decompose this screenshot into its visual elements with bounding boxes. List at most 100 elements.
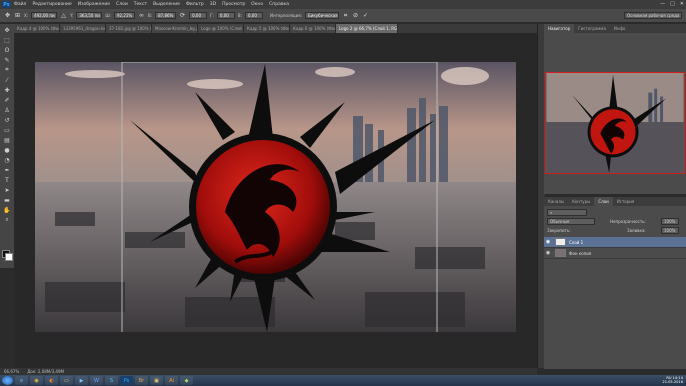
reference-point-icon[interactable]: ⊞	[14, 12, 21, 19]
triangle-icon[interactable]: △	[60, 12, 67, 19]
chrome-icon[interactable]: ◉	[30, 376, 43, 385]
document-tab[interactable]: 37-182.jpg @ 100% (Фон ко...	[106, 24, 152, 33]
navigator-thumbnail[interactable]	[545, 72, 685, 174]
explorer-icon[interactable]: ▭	[60, 376, 73, 385]
document-tab-active[interactable]: Logo 2 @ 66,7% (Слой 1, RGB/8)	[336, 24, 398, 33]
pen-icon[interactable]: ✒	[3, 166, 11, 174]
menu-item-3d[interactable]: 3D	[210, 2, 216, 7]
interpolation-select[interactable]: Бикубическая	[305, 12, 340, 19]
shape-icon[interactable]: ▬	[3, 196, 11, 204]
healing-icon[interactable]: ✚	[3, 86, 11, 94]
menu-item-layers[interactable]: Слои	[116, 2, 128, 7]
history-brush-icon[interactable]: ↺	[3, 116, 11, 124]
menu-item-view[interactable]: Просмотр	[222, 2, 245, 7]
skype-icon[interactable]: S	[105, 376, 118, 385]
tab-channels[interactable]: Каналы	[544, 197, 568, 206]
warp-icon[interactable]: ⌗	[342, 12, 349, 19]
document-tab[interactable]: Logo @ 100% (Слой 1, RGB/...	[198, 24, 244, 33]
menu-item-filter[interactable]: Фильтр	[186, 2, 204, 7]
app-icon[interactable]: ◆	[180, 376, 193, 385]
tab-paths[interactable]: Контуры	[568, 197, 594, 206]
h-skew-field[interactable]: 0,00	[216, 12, 235, 19]
layer-row[interactable]: ◉ Слой 1	[544, 237, 686, 248]
width-field[interactable]: 92,21%	[113, 12, 135, 19]
menu-bar: Ps Файл Редактирование Изображение Слои …	[0, 0, 686, 9]
menu-item-window[interactable]: Окно	[251, 2, 263, 7]
close-button[interactable]: ✕	[680, 1, 684, 7]
background-color-swatch[interactable]	[5, 253, 13, 261]
blend-mode-select[interactable]: Обычные	[547, 218, 595, 225]
link-icon[interactable]: ∞	[138, 12, 145, 19]
photoshop-icon[interactable]: Ps	[120, 376, 133, 385]
tab-history[interactable]: История	[613, 197, 639, 206]
folder-icon[interactable]: ▣	[150, 376, 163, 385]
bridge-icon[interactable]: Br	[135, 376, 148, 385]
maximize-button[interactable]: □	[670, 1, 675, 7]
x-field[interactable]: 492,00 пи	[31, 12, 58, 19]
tab-info[interactable]: Инфо	[610, 24, 629, 33]
path-select-icon[interactable]: ➤	[3, 186, 11, 194]
workspace-select[interactable]: Основная рабочая среда	[624, 12, 682, 19]
minimize-button[interactable]: —	[660, 1, 665, 7]
menu-item-edit[interactable]: Редактирование	[32, 2, 71, 7]
zoom-readout[interactable]: 66,67%	[4, 369, 19, 374]
tab-navigator[interactable]: Навигатор	[544, 24, 575, 33]
menu-item-help[interactable]: Справка	[269, 2, 289, 7]
illustrator-icon[interactable]: Ai	[165, 376, 178, 385]
zoom-icon[interactable]: ⌕	[3, 216, 11, 224]
commit-icon[interactable]: ✓	[362, 12, 369, 19]
menu-item-type[interactable]: Текст	[134, 2, 147, 7]
cancel-icon[interactable]: ⊘	[352, 12, 359, 19]
gradient-icon[interactable]: ▤	[3, 136, 11, 144]
menu-item-file[interactable]: Файл	[14, 2, 26, 7]
document-tab[interactable]: Moscow-Kremlin_bg.jpg @ ...	[152, 24, 198, 33]
layer-thumbnail	[555, 238, 566, 246]
dodge-icon[interactable]: ◔	[3, 156, 11, 164]
clock-date[interactable]: 21.05.2016	[662, 380, 683, 384]
stamp-icon[interactable]: ♙	[3, 106, 11, 114]
firefox-icon[interactable]: ◐	[45, 376, 58, 385]
move-icon[interactable]: ✥	[3, 26, 11, 34]
y-field[interactable]: 363,50 пи	[76, 12, 103, 19]
quick-select-icon[interactable]: ✎	[3, 56, 11, 64]
document-canvas[interactable]	[35, 62, 516, 332]
crop-icon[interactable]: ⌗	[3, 66, 11, 74]
eyedropper-icon[interactable]: ⁄	[3, 76, 11, 84]
fill-field[interactable]: 100%	[661, 227, 679, 234]
options-bar: ✥ ⊞ X: 492,00 пи △ Y: 363,50 пи Ш: 92,21…	[0, 9, 686, 23]
height-field[interactable]: 87,86%	[155, 12, 177, 19]
tab-layers[interactable]: Слои	[594, 197, 613, 206]
document-tab[interactable]: 13395961_dragon-logo @ 6...	[60, 24, 106, 33]
brush-icon[interactable]: ✐	[3, 96, 11, 104]
lasso-icon[interactable]: ʘ	[3, 46, 11, 54]
taskbar: e ◉ ◐ ▭ ▶ W S Ps Br ▣ Ai ◆ RU 14:14 21.0…	[0, 375, 686, 386]
ie-icon[interactable]: e	[15, 376, 28, 385]
document-tab[interactable]: Кадр 5 @ 100% (Фон ко...	[244, 24, 290, 33]
document-tab[interactable]: Кадр 4 @ 100% (Фон копия...	[14, 24, 60, 33]
blur-icon[interactable]: ●	[3, 146, 11, 154]
layer-filter-kind[interactable]: ⌕	[547, 209, 587, 216]
interpolation-label: Интерполяция:	[269, 13, 303, 18]
tab-histogram[interactable]: Гистограмма	[574, 24, 610, 33]
eye-icon[interactable]: ◉	[544, 250, 552, 256]
document-tab[interactable]: Кадр 6 @ 100% (Фон...	[290, 24, 336, 33]
layers-panel: Каналы Контуры Слои История ⌕ Обычные Не…	[544, 196, 686, 369]
type-icon[interactable]: T	[3, 176, 11, 184]
angle-field[interactable]: 0,00	[189, 12, 208, 19]
word-icon[interactable]: W	[90, 376, 103, 385]
opacity-field[interactable]: 100%	[661, 218, 679, 225]
y-label: Y:	[70, 13, 74, 18]
marquee-icon[interactable]: ⬚	[3, 36, 11, 44]
eraser-icon[interactable]: ▭	[3, 126, 11, 134]
hand-icon[interactable]: ✋	[3, 206, 11, 214]
move-tool-icon[interactable]: ✥	[4, 12, 11, 19]
v-skew-field[interactable]: 0,00	[244, 12, 263, 19]
eye-icon[interactable]: ◉	[544, 239, 552, 245]
layer-row[interactable]: ◉ Фон копия	[544, 248, 686, 259]
layers-tabs: Каналы Контуры Слои История	[544, 197, 686, 206]
menu-item-image[interactable]: Изображение	[78, 2, 110, 7]
menu-item-select[interactable]: Выделение	[153, 2, 180, 7]
w-label: Ш:	[105, 13, 111, 18]
start-button[interactable]	[2, 376, 13, 385]
media-icon[interactable]: ▶	[75, 376, 88, 385]
